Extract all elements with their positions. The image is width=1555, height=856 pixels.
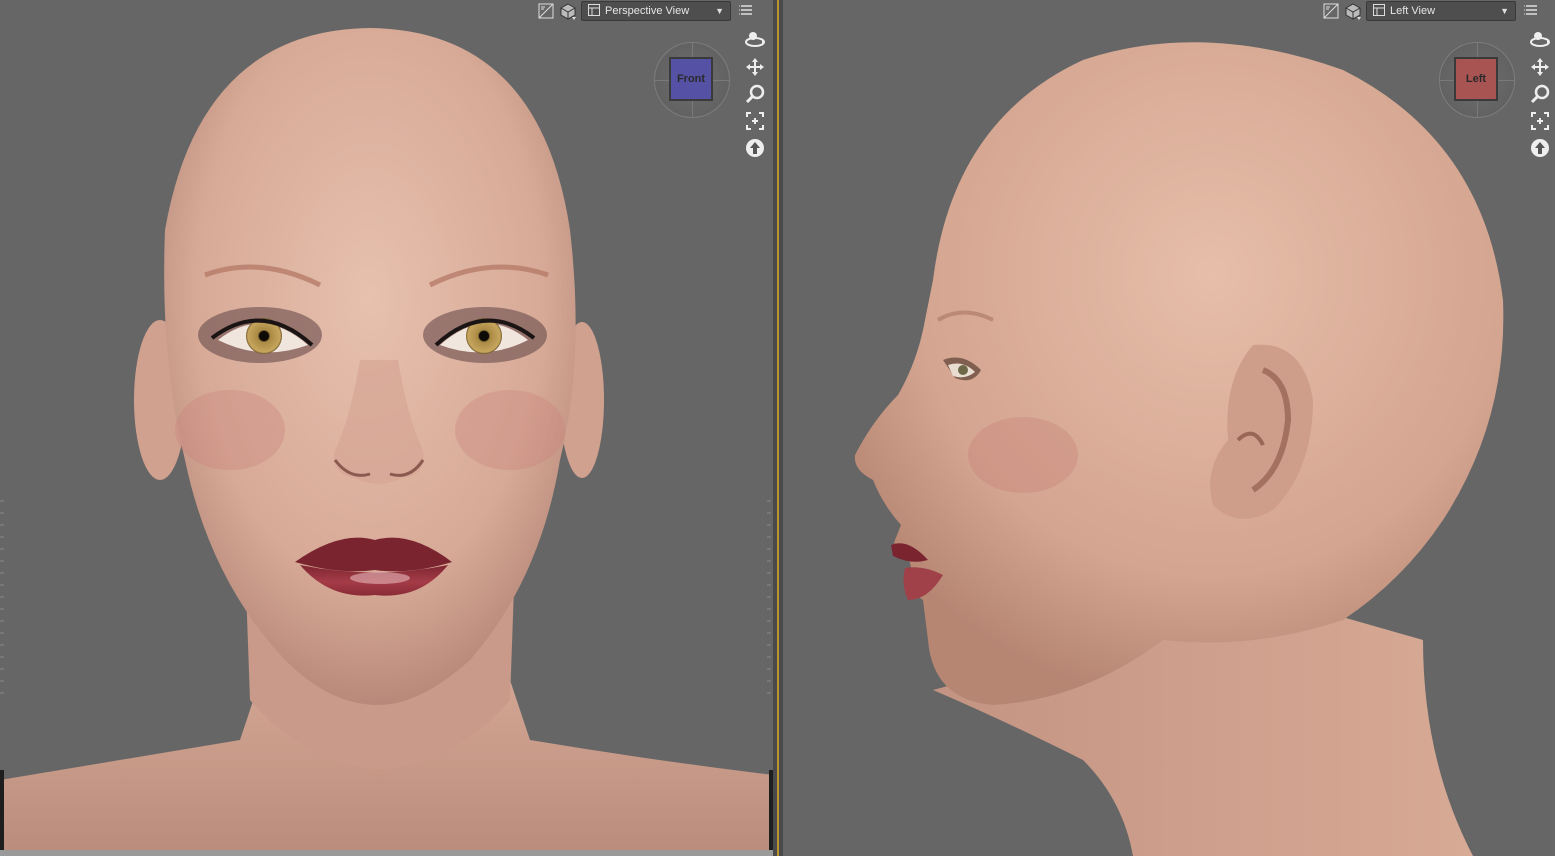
view-grid-icon [1373,3,1385,19]
reset-view-icon[interactable] [1528,136,1552,160]
frame-icon[interactable] [1528,109,1552,133]
reset-view-icon[interactable] [743,136,767,160]
viewport-toolbar: Left View ▼ [1322,0,1544,22]
view-grid-icon [588,3,600,19]
menu-icon[interactable] [737,2,755,20]
ruler-left [0,500,4,700]
view-select[interactable]: Left View ▼ [1366,1,1516,21]
nav-tools [743,28,767,163]
nav-tools [1528,28,1552,163]
camera-cube-icon[interactable] [1344,2,1362,20]
view-select-label: Left View [1390,5,1436,17]
right-viewport[interactable]: Left View ▼ Left [783,0,1555,856]
frame-icon[interactable] [743,109,767,133]
view-cube-face[interactable]: Front [669,57,713,101]
orbit-icon[interactable] [743,28,767,52]
view-select-label: Perspective View [605,5,690,17]
viewport-divider[interactable] [773,0,783,856]
side-head-render [854,42,1504,856]
view-select[interactable]: Perspective View ▼ [581,1,731,21]
pan-icon[interactable] [1528,55,1552,79]
view-cube-face-label: Front [676,73,706,85]
ruler-right [767,500,771,700]
view-cube-face[interactable]: Left [1454,57,1498,101]
zoom-icon[interactable] [743,82,767,106]
render-toggle-icon[interactable] [537,2,555,20]
zoom-icon[interactable] [1528,82,1552,106]
left-viewport[interactable]: Perspective View ▼ Front [0,0,773,856]
view-cube-face-label: Left [1465,73,1487,85]
view-cube[interactable]: Left [1439,42,1515,118]
pan-icon[interactable] [743,55,767,79]
view-cube[interactable]: Front [654,42,730,118]
front-head-render [0,28,773,856]
viewport-toolbar: Perspective View ▼ [537,0,759,22]
render-toggle-icon[interactable] [1322,2,1340,20]
dropdown-arrow-icon: ▼ [715,6,724,16]
menu-icon[interactable] [1522,2,1540,20]
camera-cube-icon[interactable] [559,2,577,20]
orbit-icon[interactable] [1528,28,1552,52]
dropdown-arrow-icon: ▼ [1500,6,1509,16]
